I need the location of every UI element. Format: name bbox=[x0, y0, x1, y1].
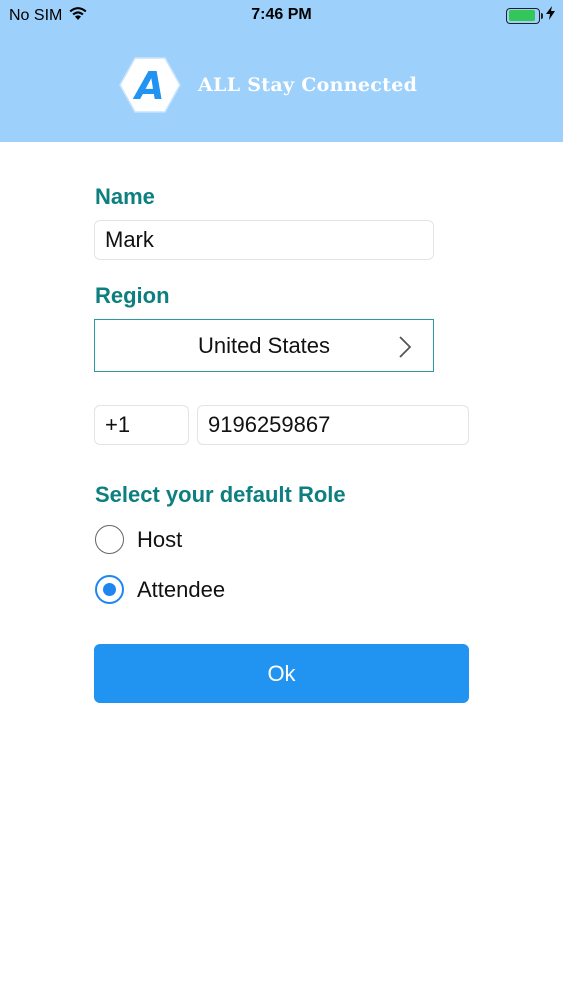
region-value: United States bbox=[197, 332, 331, 358]
name-label: Name bbox=[95, 184, 155, 209]
name-field[interactable]: Mark bbox=[94, 220, 434, 260]
radio-unchecked-icon[interactable] bbox=[95, 525, 124, 554]
brand-name: ALL Stay Connected bbox=[198, 74, 418, 96]
status-bar: No SIM 7:46 PM bbox=[0, 0, 563, 30]
role-option-label: Attendee bbox=[137, 576, 226, 602]
brand-logo: A ALL Stay Connected bbox=[119, 56, 417, 114]
charging-bolt-icon bbox=[546, 6, 555, 25]
status-time: 7:46 PM bbox=[251, 6, 312, 23]
hexagon-logo-icon: A bbox=[119, 57, 181, 113]
country-code-field[interactable]: +1 bbox=[94, 405, 189, 445]
role-option-attendee[interactable]: Attendee bbox=[95, 575, 225, 604]
region-label: Region bbox=[95, 283, 170, 308]
status-right bbox=[506, 6, 555, 25]
region-selector[interactable]: United States bbox=[94, 319, 434, 372]
phone-number-field[interactable]: 9196259867 bbox=[197, 405, 469, 445]
role-label: Select your default Role bbox=[95, 482, 346, 507]
radio-checked-icon[interactable] bbox=[95, 575, 124, 604]
ok-button[interactable]: Ok bbox=[94, 644, 469, 703]
role-option-label: Host bbox=[137, 526, 183, 552]
battery-level-fill bbox=[508, 10, 535, 21]
role-option-host[interactable]: Host bbox=[95, 525, 182, 554]
chevron-right-icon bbox=[399, 336, 411, 358]
battery-icon bbox=[506, 7, 543, 24]
logo-letter: A bbox=[132, 64, 164, 108]
